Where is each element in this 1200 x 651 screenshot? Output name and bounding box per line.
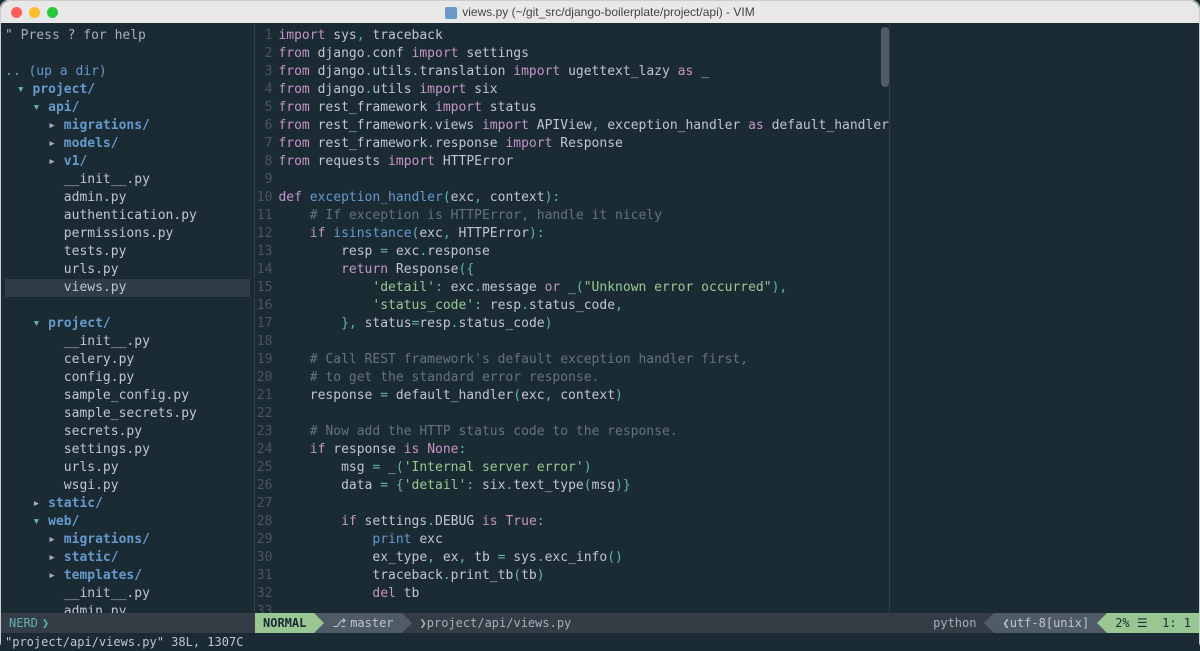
tree-item[interactable]: ▾ project/	[5, 316, 115, 331]
tree-item[interactable]: __init__.py	[5, 586, 154, 601]
separator-icon	[402, 613, 412, 633]
code-line[interactable]: if response is None:	[278, 441, 889, 459]
nerd-label: NERD ❯	[1, 613, 67, 633]
tree-item[interactable]: ▸ migrations/	[5, 118, 154, 133]
filetype: python	[925, 613, 984, 633]
code-line[interactable]: del tb	[278, 585, 889, 603]
status-spacer	[67, 613, 255, 633]
window-titlebar: views.py (~/git_src/django-boilerplate/p…	[1, 1, 1199, 23]
separator-icon	[1097, 613, 1107, 633]
editor-main: " Press ? for help .. (up a dir) ▾ proje…	[1, 23, 1199, 613]
code-line[interactable]: from django.utils import six	[278, 81, 889, 99]
tree-item[interactable]: urls.py	[5, 460, 123, 475]
git-branch: master	[324, 613, 401, 633]
file-icon	[445, 7, 457, 19]
mode-indicator: NORMAL	[255, 613, 314, 633]
code-line[interactable]: return Response({	[278, 261, 889, 279]
code-line[interactable]	[278, 603, 889, 613]
tree-item[interactable]: tests.py	[5, 244, 130, 259]
separator-icon	[984, 613, 994, 633]
tree-item[interactable]: urls.py	[5, 262, 123, 277]
code-line[interactable]	[278, 171, 889, 189]
tree-item[interactable]: __init__.py	[5, 334, 154, 349]
code-line[interactable]: from django.conf import settings	[278, 45, 889, 63]
tree-item[interactable]: sample_secrets.py	[5, 406, 201, 421]
tree-item[interactable]: ▸ models/	[5, 136, 123, 151]
tree-item[interactable]: ▸ static/	[5, 496, 107, 511]
position: 2% ☰ 1: 1	[1107, 613, 1199, 633]
code-line[interactable]: 'detail': exc.message or _("Unknown erro…	[278, 279, 889, 297]
tree-item[interactable]: wsgi.py	[5, 478, 123, 493]
code-line[interactable]: from requests import HTTPError	[278, 153, 889, 171]
code-line[interactable]	[278, 495, 889, 513]
code-line[interactable]: from rest_framework.response import Resp…	[278, 135, 889, 153]
tree-item[interactable]: ▾ project/	[5, 82, 99, 97]
tree-item[interactable]: settings.py	[5, 442, 154, 457]
tree-item[interactable]: ▸ static/	[5, 550, 123, 565]
code-line[interactable]	[278, 333, 889, 351]
tree-item[interactable]: config.py	[5, 370, 138, 385]
line-numbers: 1234567891011121314151617181920212223242…	[255, 23, 278, 613]
tree-item[interactable]: celery.py	[5, 352, 138, 367]
code-line[interactable]: if isinstance(exc, HTTPError):	[278, 225, 889, 243]
separator-icon	[314, 613, 324, 633]
code-line[interactable]: response = default_handler(exc, context)	[278, 387, 889, 405]
code-line[interactable]: }, status=resp.status_code)	[278, 315, 889, 333]
code-line[interactable]: # to get the standard error response.	[278, 369, 889, 387]
code-pane[interactable]: 1234567891011121314151617181920212223242…	[255, 23, 889, 613]
code-line[interactable]: ex_type, ex, tb = sys.exc_info()	[278, 549, 889, 567]
tree-item[interactable]: secrets.py	[5, 424, 146, 439]
file-path: ❯ project/api/views.py	[412, 613, 926, 633]
file-tree[interactable]: " Press ? for help .. (up a dir) ▾ proje…	[1, 23, 255, 613]
encoding: ❮ utf-8[unix]	[994, 613, 1097, 633]
scrollbar[interactable]	[881, 27, 889, 87]
tree-item[interactable]: ▸ v1/	[5, 154, 91, 169]
tree-item[interactable]: ▸ migrations/	[5, 532, 154, 547]
branch-icon	[332, 616, 350, 630]
code-line[interactable]: from django.utils.translation import uge…	[278, 63, 889, 81]
code-line[interactable]: if settings.DEBUG is True:	[278, 513, 889, 531]
code-line[interactable]: resp = exc.response	[278, 243, 889, 261]
tree-item[interactable]: admin.py	[5, 190, 130, 205]
tree-item[interactable]: authentication.py	[5, 208, 201, 223]
code-line[interactable]: 'status_code': resp.status_code,	[278, 297, 889, 315]
tree-item[interactable]: permissions.py	[5, 226, 177, 241]
window-title: views.py (~/git_src/django-boilerplate/p…	[1, 5, 1199, 19]
code-line[interactable]: msg = _('Internal server error')	[278, 459, 889, 477]
code-line[interactable]: from rest_framework import status	[278, 99, 889, 117]
code-line[interactable]: def exception_handler(exc, context):	[278, 189, 889, 207]
code-line[interactable]	[278, 405, 889, 423]
tree-item[interactable]: views.py	[5, 279, 250, 297]
tree-item[interactable]: __init__.py	[5, 172, 154, 187]
code-line[interactable]: data = {'detail': six.text_type(msg)}	[278, 477, 889, 495]
tree-item[interactable]: ▸ templates/	[5, 568, 146, 583]
code-line[interactable]: # If exception is HTTPError, handle it n…	[278, 207, 889, 225]
tree-item[interactable]: ▾ web/	[5, 514, 83, 529]
code-line[interactable]: from rest_framework.views import APIView…	[278, 117, 889, 135]
code-content[interactable]: import sys, tracebackfrom django.conf im…	[278, 23, 889, 613]
status-line: NERD ❯ NORMAL master ❯ project/api/views…	[1, 613, 1199, 633]
right-panel	[889, 23, 1199, 613]
code-line[interactable]: import sys, traceback	[278, 27, 889, 45]
tree-item[interactable]: sample_config.py	[5, 388, 193, 403]
code-line[interactable]: traceback.print_tb(tb)	[278, 567, 889, 585]
tree-item[interactable]: ▾ api/	[5, 100, 83, 115]
code-line[interactable]: # Now add the HTTP status code to the re…	[278, 423, 889, 441]
command-line[interactable]: "project/api/views.py" 38L, 1307C	[1, 633, 1199, 651]
code-line[interactable]: # Call REST framework's default exceptio…	[278, 351, 889, 369]
code-line[interactable]: print exc	[278, 531, 889, 549]
